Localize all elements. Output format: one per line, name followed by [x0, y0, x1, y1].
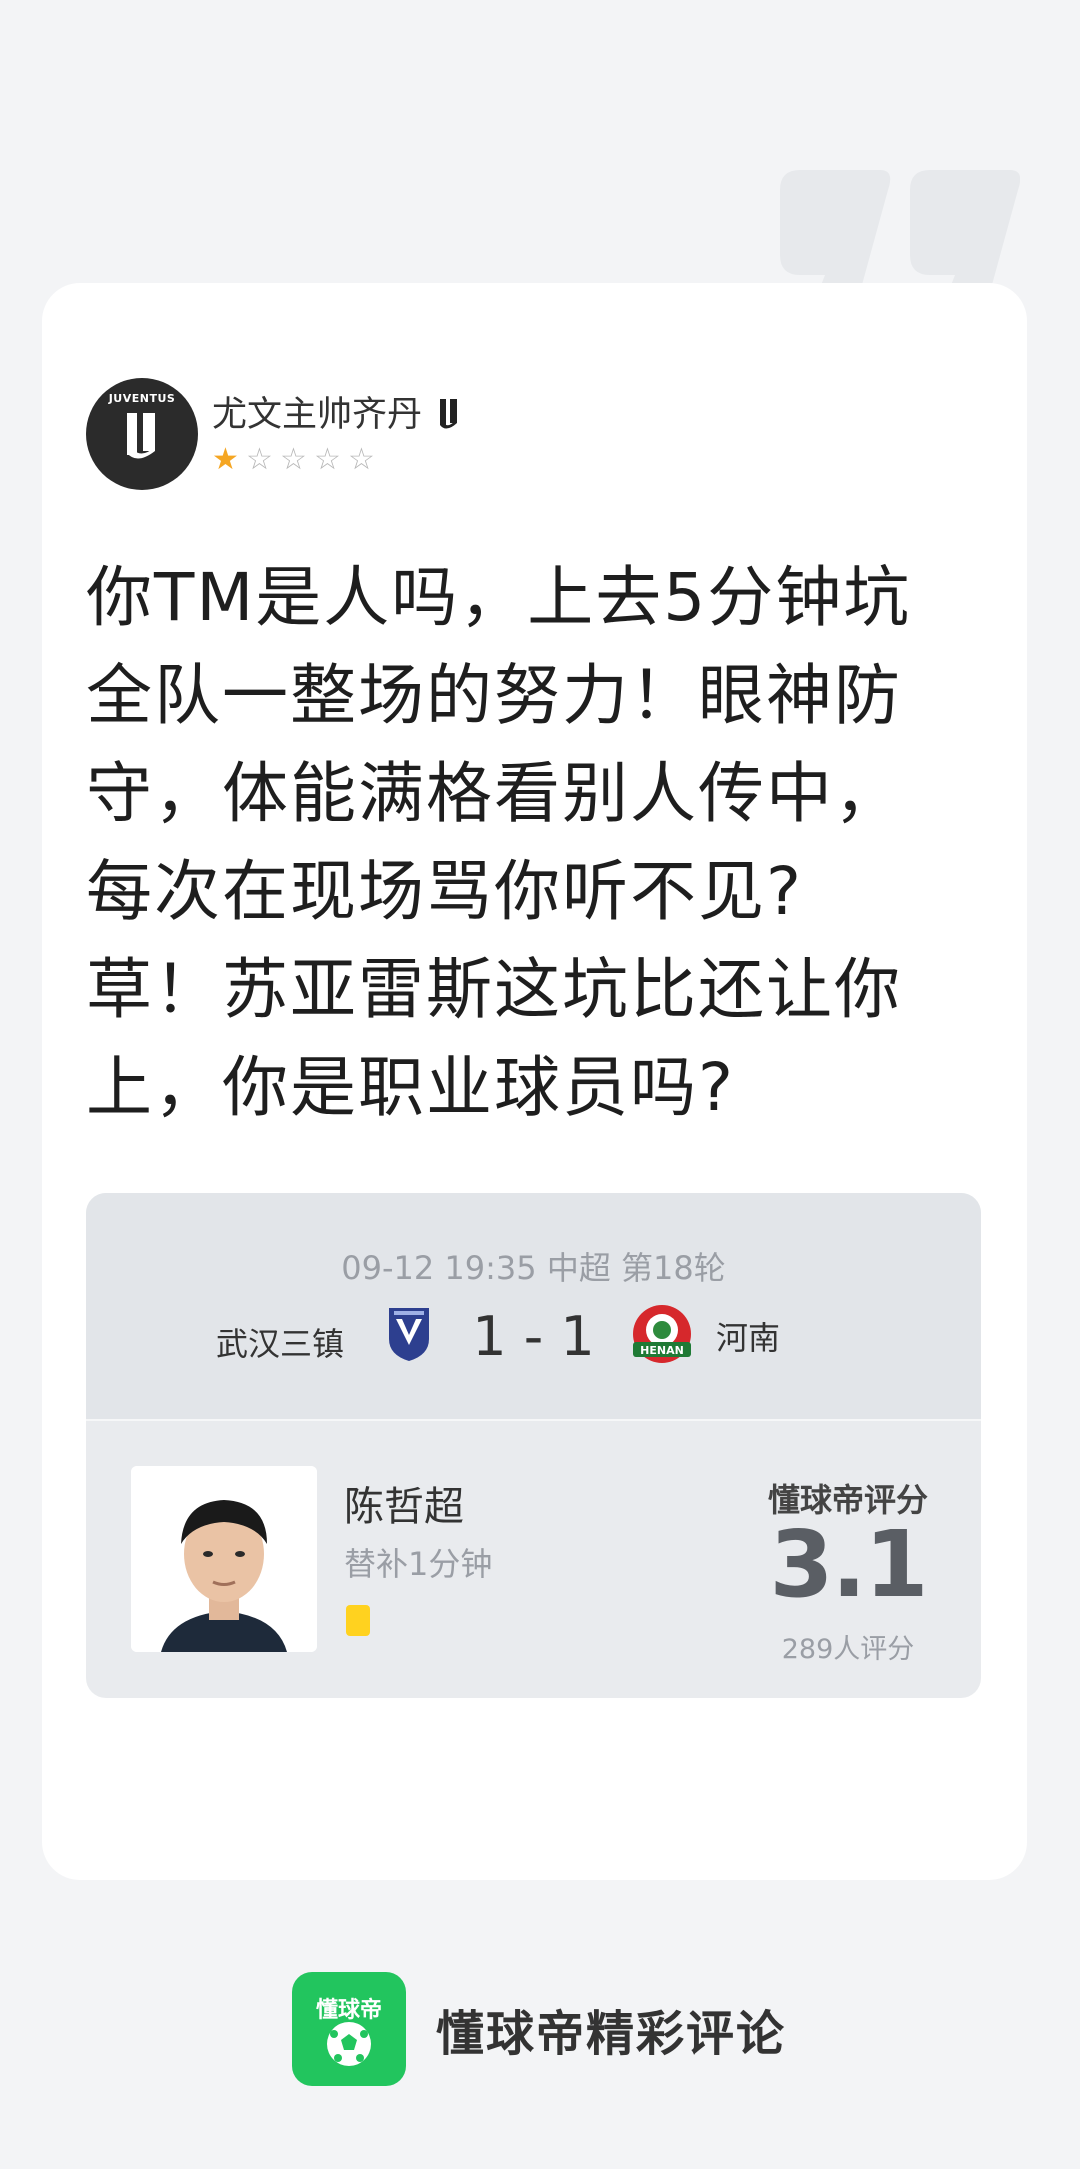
star-empty-icon: ☆	[348, 442, 375, 477]
player-portrait-icon	[131, 1466, 317, 1652]
user-name[interactable]: 尤文主帅齐丹	[212, 392, 422, 438]
comment-line: 上，你是职业球员吗?	[86, 1049, 736, 1126]
avatar-wordmark: JUVENTUS	[108, 392, 176, 405]
comment-line: 草！苏亚雷斯这坑比还让你	[86, 951, 902, 1028]
app-logo[interactable]: 懂球帝	[292, 1972, 406, 2086]
rating-value: 3.1	[769, 1511, 929, 1618]
star-empty-icon: ☆	[314, 442, 341, 477]
match-score: 1 - 1	[472, 1305, 595, 1368]
juventus-logo-icon	[127, 413, 155, 459]
star-empty-icon: ☆	[246, 442, 273, 477]
footer-brand[interactable]: 懂球帝 懂球帝精彩评论	[292, 1972, 786, 2086]
away-team-name: 河南	[716, 1319, 781, 1357]
user-meta: 尤文主帅齐丹 ★ ☆ ☆ ☆ ☆	[212, 392, 462, 476]
comment-line: 守，体能满格看别人传中，	[86, 755, 902, 832]
henan-crest-icon: HENAN	[633, 1305, 691, 1363]
rating-count: 289人评分	[781, 1634, 915, 1665]
match-card[interactable]: 09-12 19:35 中超 第18轮 武汉三镇 1 - 1 HENAN 河南	[86, 1193, 981, 1698]
juventus-badge-icon	[440, 399, 458, 429]
avatar[interactable]: JUVENTUS	[86, 378, 198, 490]
comment-line: 全队一整场的努力！眼神防	[86, 657, 902, 734]
page: JUVENTUS 尤文主帅齐丹 ★ ☆ ☆ ☆ ☆ 你TM是人吗，上去5分钟坑 …	[0, 0, 1080, 2169]
comment-card: JUVENTUS 尤文主帅齐丹 ★ ☆ ☆ ☆ ☆ 你TM是人吗，上去5分钟坑 …	[42, 283, 1027, 1880]
match-header[interactable]: 09-12 19:35 中超 第18轮 武汉三镇 1 - 1 HENAN 河南	[86, 1193, 981, 1421]
match-meta: 09-12 19:35 中超 第18轮	[341, 1249, 726, 1287]
yellow-card-icon	[346, 1605, 370, 1636]
player-photo[interactable]	[131, 1466, 317, 1652]
star-filled-icon: ★	[212, 442, 239, 477]
henan-crest-text: HENAN	[640, 1344, 684, 1357]
user-name-line: 尤文主帅齐丹	[212, 392, 462, 438]
footer-tagline: 懂球帝精彩评论	[436, 2006, 787, 2062]
player-sub-info: 替补1分钟	[344, 1545, 493, 1583]
comment-line: 你TM是人吗，上去5分钟坑	[86, 559, 912, 636]
soccer-ball-icon	[327, 2022, 371, 2066]
comment-text: 你TM是人吗，上去5分钟坑 全队一整场的努力！眼神防 守，体能满格看别人传中， 每次在…	[86, 549, 986, 1137]
user-row[interactable]: JUVENTUS 尤文主帅齐丹 ★ ☆ ☆ ☆ ☆	[86, 378, 462, 490]
comment-line: 每次在现场骂你听不见?	[86, 853, 804, 930]
star-rating: ★ ☆ ☆ ☆ ☆	[212, 444, 462, 476]
player-name: 陈哲超	[344, 1484, 464, 1530]
star-empty-icon: ☆	[280, 442, 307, 477]
